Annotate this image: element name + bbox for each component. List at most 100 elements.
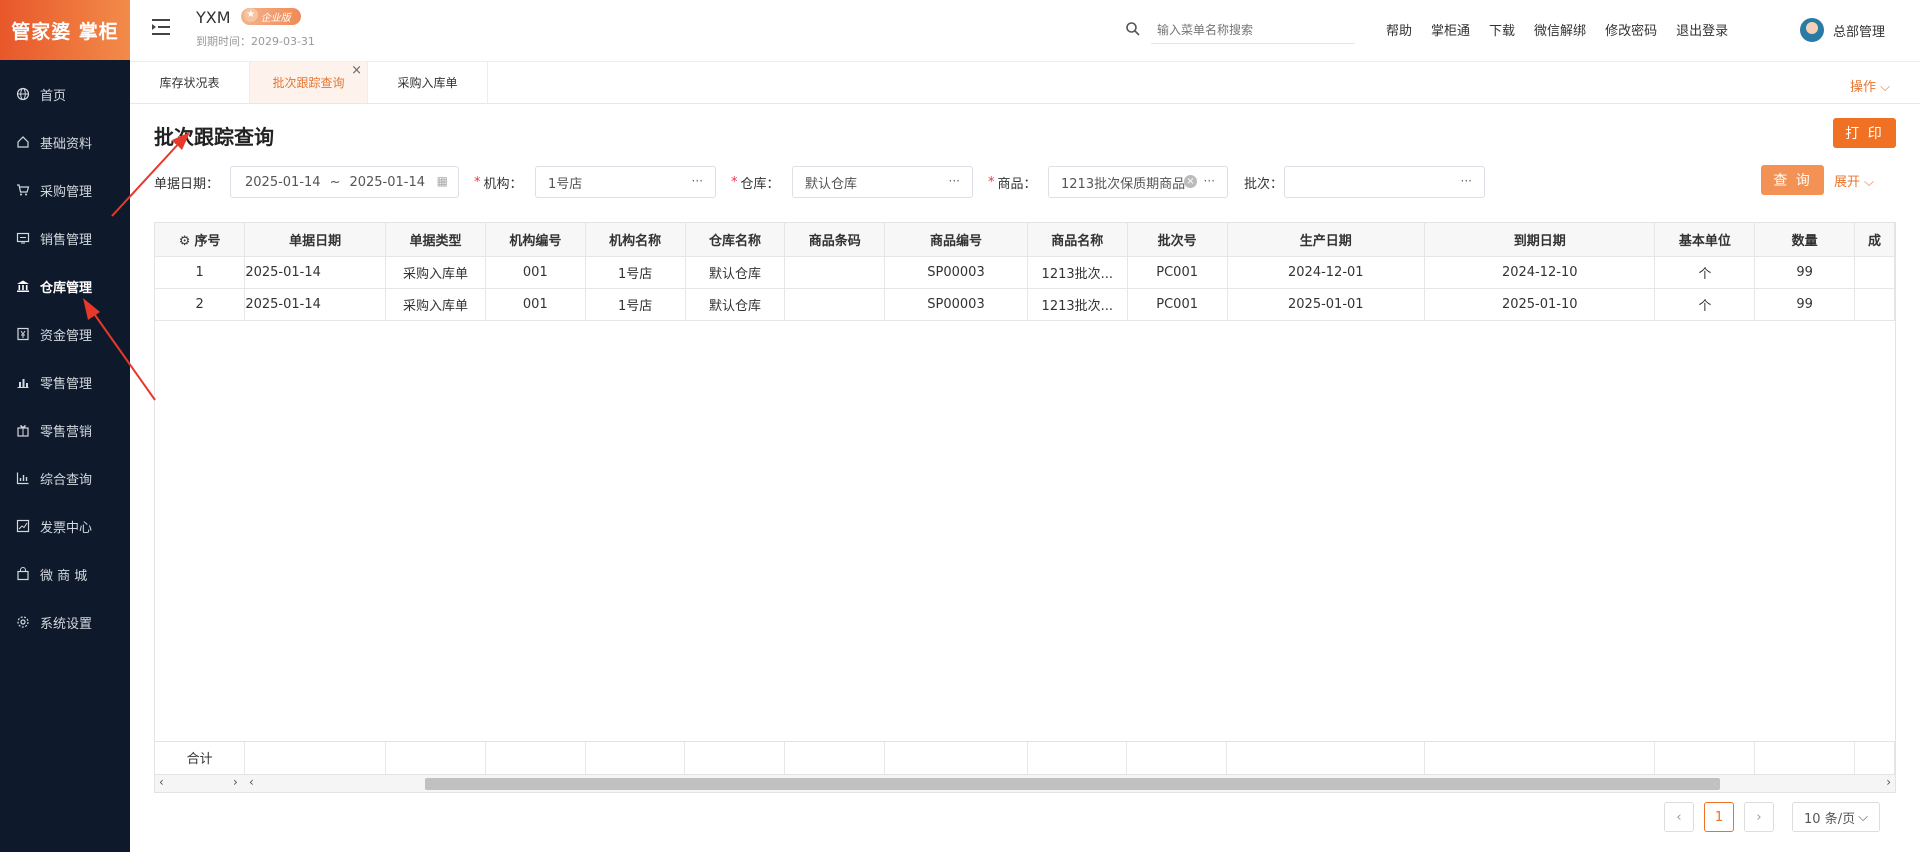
page-number[interactable]: 1 — [1704, 802, 1734, 832]
table-cell: 2024-12-01 — [1227, 256, 1426, 289]
column-header[interactable]: 商品编号 — [884, 223, 1028, 257]
sidebar-item[interactable]: 资金管理 — [0, 310, 130, 358]
top-link[interactable]: 掌柜通 — [1431, 20, 1470, 39]
scroll-left-icon[interactable]: ‹ — [159, 775, 164, 789]
horizontal-scrollbar[interactable]: ‹ › ‹ › — [155, 774, 1895, 792]
sidebar-item[interactable]: 仓库管理 — [0, 262, 130, 310]
table-cell: 1 — [155, 256, 246, 289]
tab-inventory-status[interactable]: 库存状况表 — [130, 62, 250, 103]
total-cell — [784, 742, 885, 775]
scroll-thumb[interactable] — [425, 778, 1720, 790]
sidebar-item[interactable]: 微 商 城 — [0, 550, 130, 598]
column-header[interactable]: 生产日期 — [1227, 223, 1426, 257]
org-value: 1号店 — [548, 176, 583, 192]
scroll-left-icon[interactable]: ‹ — [249, 775, 254, 789]
column-header[interactable]: 单据日期 — [244, 223, 387, 257]
batch-filter: 批次： — [1244, 166, 1283, 198]
column-header[interactable]: 商品名称 — [1027, 223, 1128, 257]
column-header[interactable]: 批次号 — [1127, 223, 1228, 257]
sidebar-item-label: 零售营销 — [40, 424, 93, 440]
column-header[interactable]: 单据类型 — [385, 223, 486, 257]
date-label: 单据日期： — [154, 176, 220, 192]
top-link[interactable]: 帮助 — [1386, 20, 1412, 39]
column-header[interactable]: 到期日期 — [1424, 223, 1656, 257]
column-header[interactable]: 基本单位 — [1654, 223, 1756, 257]
column-header-label: 到期日期 — [1513, 233, 1566, 249]
table-cell: 1号店 — [585, 256, 686, 289]
calendar-icon[interactable]: ▦ — [437, 174, 448, 188]
tab-batch-tracking[interactable]: 批次跟踪查询 × — [250, 62, 368, 103]
column-header-label: 机构编号 — [509, 233, 562, 249]
top-link[interactable]: 微信解绑 — [1534, 20, 1586, 39]
chevron-down-icon: ⌵ — [1860, 175, 1875, 190]
username: 总部管理 — [1833, 24, 1886, 40]
sidebar-item[interactable]: 零售营销 — [0, 406, 130, 454]
print-button[interactable]: 打 印 — [1833, 118, 1896, 148]
avatar[interactable] — [1800, 18, 1824, 42]
batch-select[interactable]: ··· — [1284, 166, 1485, 198]
sidebar-item-label: 微 商 城 — [40, 568, 88, 584]
sidebar-item-label: 资金管理 — [40, 328, 93, 344]
org-label: 机构： — [483, 176, 523, 192]
top-link[interactable]: 退出登录 — [1676, 20, 1728, 39]
scroll-right-icon[interactable]: › — [233, 775, 238, 789]
column-header[interactable]: 仓库名称 — [685, 223, 786, 257]
settings-gear-icon[interactable]: ⚙ — [179, 234, 195, 249]
search-icon[interactable] — [1125, 21, 1141, 37]
column-header[interactable]: 机构名称 — [585, 223, 686, 257]
cart-icon — [16, 183, 30, 197]
scroll-right-icon[interactable]: › — [1886, 775, 1891, 789]
column-header[interactable]: 商品条码 — [784, 223, 886, 257]
sidebar-item[interactable]: 综合查询 — [0, 454, 130, 502]
sidebar-item[interactable]: 零售管理 — [0, 358, 130, 406]
sidebar-item[interactable]: 发票中心 — [0, 502, 130, 550]
sidebar-item[interactable]: 系统设置 — [0, 598, 130, 646]
warehouse-value: 默认仓库 — [805, 176, 858, 192]
sidebar-item[interactable]: 采购管理 — [0, 166, 130, 214]
top-link[interactable]: 修改密码 — [1605, 20, 1657, 39]
query-button[interactable]: 查 询 — [1761, 165, 1824, 195]
tab-purchase-inbound[interactable]: 采购入库单 — [368, 62, 488, 103]
table-cell: 默认仓库 — [685, 256, 786, 289]
date-from[interactable]: 2025-01-14 — [245, 175, 321, 190]
date-range-picker[interactable]: 2025-01-14 ~ 2025-01-14 ▦ — [230, 166, 459, 198]
more-icon[interactable]: ··· — [1204, 174, 1215, 188]
more-icon[interactable]: ··· — [692, 174, 703, 188]
more-icon[interactable]: ··· — [949, 174, 960, 188]
table-cell — [784, 288, 886, 321]
home-icon — [16, 135, 30, 149]
sidebar-item[interactable]: 首页 — [0, 70, 130, 118]
date-to[interactable]: 2025-01-14 — [349, 175, 425, 190]
column-header[interactable]: 成 — [1854, 223, 1895, 257]
table-cell: 2025-01-14 — [244, 288, 387, 321]
required-mark: * — [731, 174, 738, 190]
total-label: 合计 — [155, 742, 246, 775]
table-row[interactable]: 2 2025-01-14 采购入库单 001 1号店 默认仓库 SP00003 1213批次.… — [155, 288, 1895, 321]
more-icon[interactable]: ··· — [1461, 174, 1472, 188]
goods-label: 商品： — [997, 176, 1037, 192]
warehouse-select[interactable]: 默认仓库 ··· — [792, 166, 973, 198]
top-link[interactable]: 下载 — [1489, 20, 1515, 39]
column-header[interactable]: ⚙ 序号 — [155, 223, 246, 257]
org-select[interactable]: 1号店 ··· — [535, 166, 716, 198]
user-menu[interactable]: 总部管理 — [1800, 18, 1885, 42]
table-row[interactable]: 1 2025-01-14 采购入库单 001 1号店 默认仓库 SP00003 1213批次.… — [155, 256, 1895, 289]
prev-page-button[interactable]: ‹ — [1664, 802, 1694, 832]
search-input[interactable] — [1151, 16, 1355, 44]
page-size-select[interactable]: 10 条/页 ⌵ — [1792, 802, 1880, 832]
sidebar-item[interactable]: 销售管理 — [0, 214, 130, 262]
menu-toggle-icon[interactable] — [152, 18, 172, 36]
org-filter: * 机构： — [474, 166, 523, 198]
clear-icon[interactable]: × — [1184, 175, 1197, 188]
sidebar-item[interactable]: 基础资料 — [0, 118, 130, 166]
column-header[interactable]: 数量 — [1754, 223, 1855, 257]
operation-dropdown[interactable]: 操作 ⌵ — [1850, 76, 1890, 95]
table-cell — [1854, 288, 1895, 321]
column-header[interactable]: 机构编号 — [485, 223, 586, 257]
gear-icon — [16, 615, 30, 629]
goods-select[interactable]: 1213批次保质期商品 × ··· — [1048, 166, 1228, 198]
next-page-button[interactable]: › — [1744, 802, 1774, 832]
close-icon[interactable]: × — [351, 64, 362, 77]
column-header-label: 商品条码 — [808, 233, 861, 249]
expand-toggle[interactable]: 展开 ⌵ — [1834, 171, 1874, 190]
